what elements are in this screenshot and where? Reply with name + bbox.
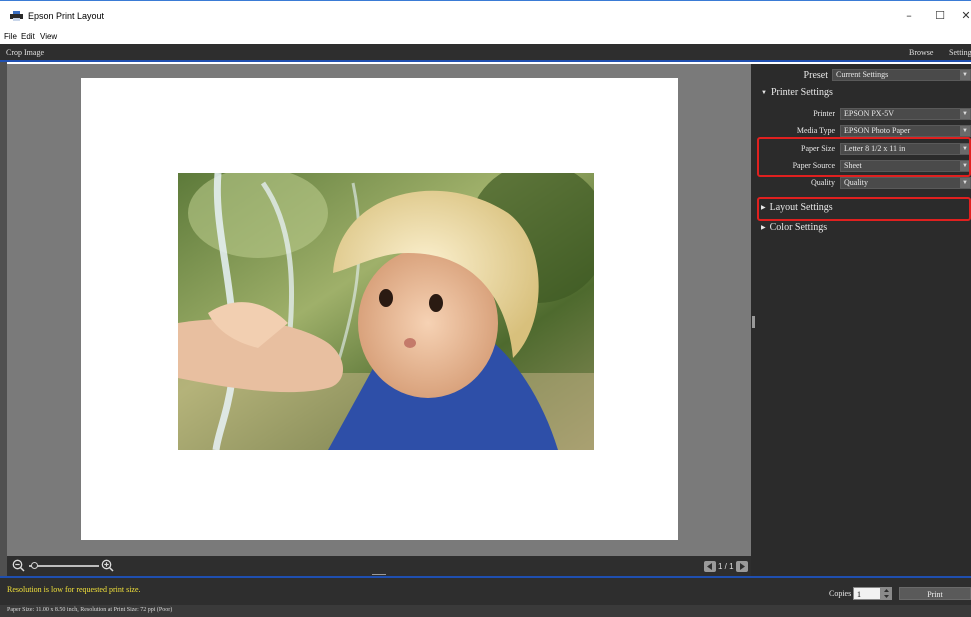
printer-app-icon <box>10 11 23 21</box>
close-button[interactable]: ✕ <box>959 9 971 23</box>
media-type-dropdown[interactable]: EPSON Photo Paper ▼ <box>840 125 971 137</box>
zoom-slider[interactable] <box>29 565 99 567</box>
color-settings-title: Color Settings <box>769 222 828 233</box>
media-type-label: Media Type <box>796 126 835 135</box>
settings-panel: Preset Current Settings ▼ ▼ Printer Setti… <box>757 64 971 576</box>
maximize-button[interactable]: ☐ <box>933 9 947 23</box>
photo-image[interactable] <box>178 173 594 450</box>
status-bar: Resolution is low for requested print si… <box>0 578 971 605</box>
printer-label: Printer <box>813 109 835 118</box>
quality-dropdown[interactable]: Quality ▼ <box>840 177 971 189</box>
splitter-grip[interactable] <box>752 316 755 328</box>
page-navigation: 1 / 1 <box>704 560 748 572</box>
printer-value: EPSON PX-5V <box>844 109 895 118</box>
print-info-text: Paper Size: 11.00 x 8.50 inch, Resolutio… <box>7 607 173 613</box>
toolbar: Crop Image Browse Settings <box>0 44 971 62</box>
next-page-icon[interactable] <box>735 560 748 572</box>
paper-highlight-box <box>757 137 971 177</box>
chevron-down-icon: ▼ <box>960 178 970 188</box>
chevron-down-icon: ▼ <box>960 126 970 136</box>
printer-dropdown[interactable]: EPSON PX-5V ▼ <box>840 108 971 120</box>
layout-highlight-box <box>757 197 971 221</box>
preset-dropdown[interactable]: Current Settings ▼ <box>832 69 971 81</box>
zoom-slider-thumb[interactable] <box>31 562 38 569</box>
preset-value: Current Settings <box>836 70 889 79</box>
paper-page <box>81 78 678 540</box>
color-settings-header[interactable]: ▶ Color Settings <box>761 222 827 233</box>
menu-file[interactable]: File <box>4 32 17 41</box>
settings-tab[interactable]: Settings <box>949 48 971 57</box>
media-type-value: EPSON Photo Paper <box>844 126 911 135</box>
minimize-button[interactable]: – <box>902 9 916 23</box>
info-bar: Paper Size: 11.00 x 8.50 inch, Resolutio… <box>0 605 971 617</box>
window-title: Epson Print Layout <box>28 11 105 21</box>
page-counter: 1 / 1 <box>718 561 734 571</box>
chevron-down-icon: ▼ <box>960 109 970 119</box>
quality-label: Quality <box>811 178 835 187</box>
copies-input[interactable]: 1 <box>853 587 881 600</box>
collapsed-triangle-icon: ▶ <box>761 225 766 231</box>
preset-label: Preset <box>803 70 828 81</box>
zoom-in-icon[interactable] <box>101 559 114 572</box>
printer-settings-header[interactable]: ▼ Printer Settings <box>761 87 833 98</box>
left-edge-strip <box>0 62 7 582</box>
menu-view[interactable]: View <box>40 32 57 41</box>
chevron-down-icon: ▼ <box>960 70 970 80</box>
print-preview-area <box>7 64 751 556</box>
menu-edit[interactable]: Edit <box>21 32 35 41</box>
crop-image-tab[interactable]: Crop Image <box>6 48 44 57</box>
copies-label: Copies <box>829 589 852 598</box>
title-bar: Epson Print Layout – ☐ ✕ <box>0 0 971 30</box>
print-button[interactable]: Print <box>899 587 971 600</box>
zoom-out-icon[interactable] <box>12 559 25 572</box>
copies-stepper-icon[interactable] <box>881 587 892 600</box>
quality-value: Quality <box>844 178 868 187</box>
prev-page-icon[interactable] <box>704 560 716 572</box>
browse-tab[interactable]: Browse <box>909 48 933 57</box>
resolution-warning: Resolution is low for requested print si… <box>7 585 141 594</box>
menu-bar: File Edit View <box>0 30 971 44</box>
printer-settings-title: Printer Settings <box>770 87 833 98</box>
expand-triangle-icon: ▼ <box>761 90 767 96</box>
zoom-bar: 1 / 1 <box>7 556 751 576</box>
